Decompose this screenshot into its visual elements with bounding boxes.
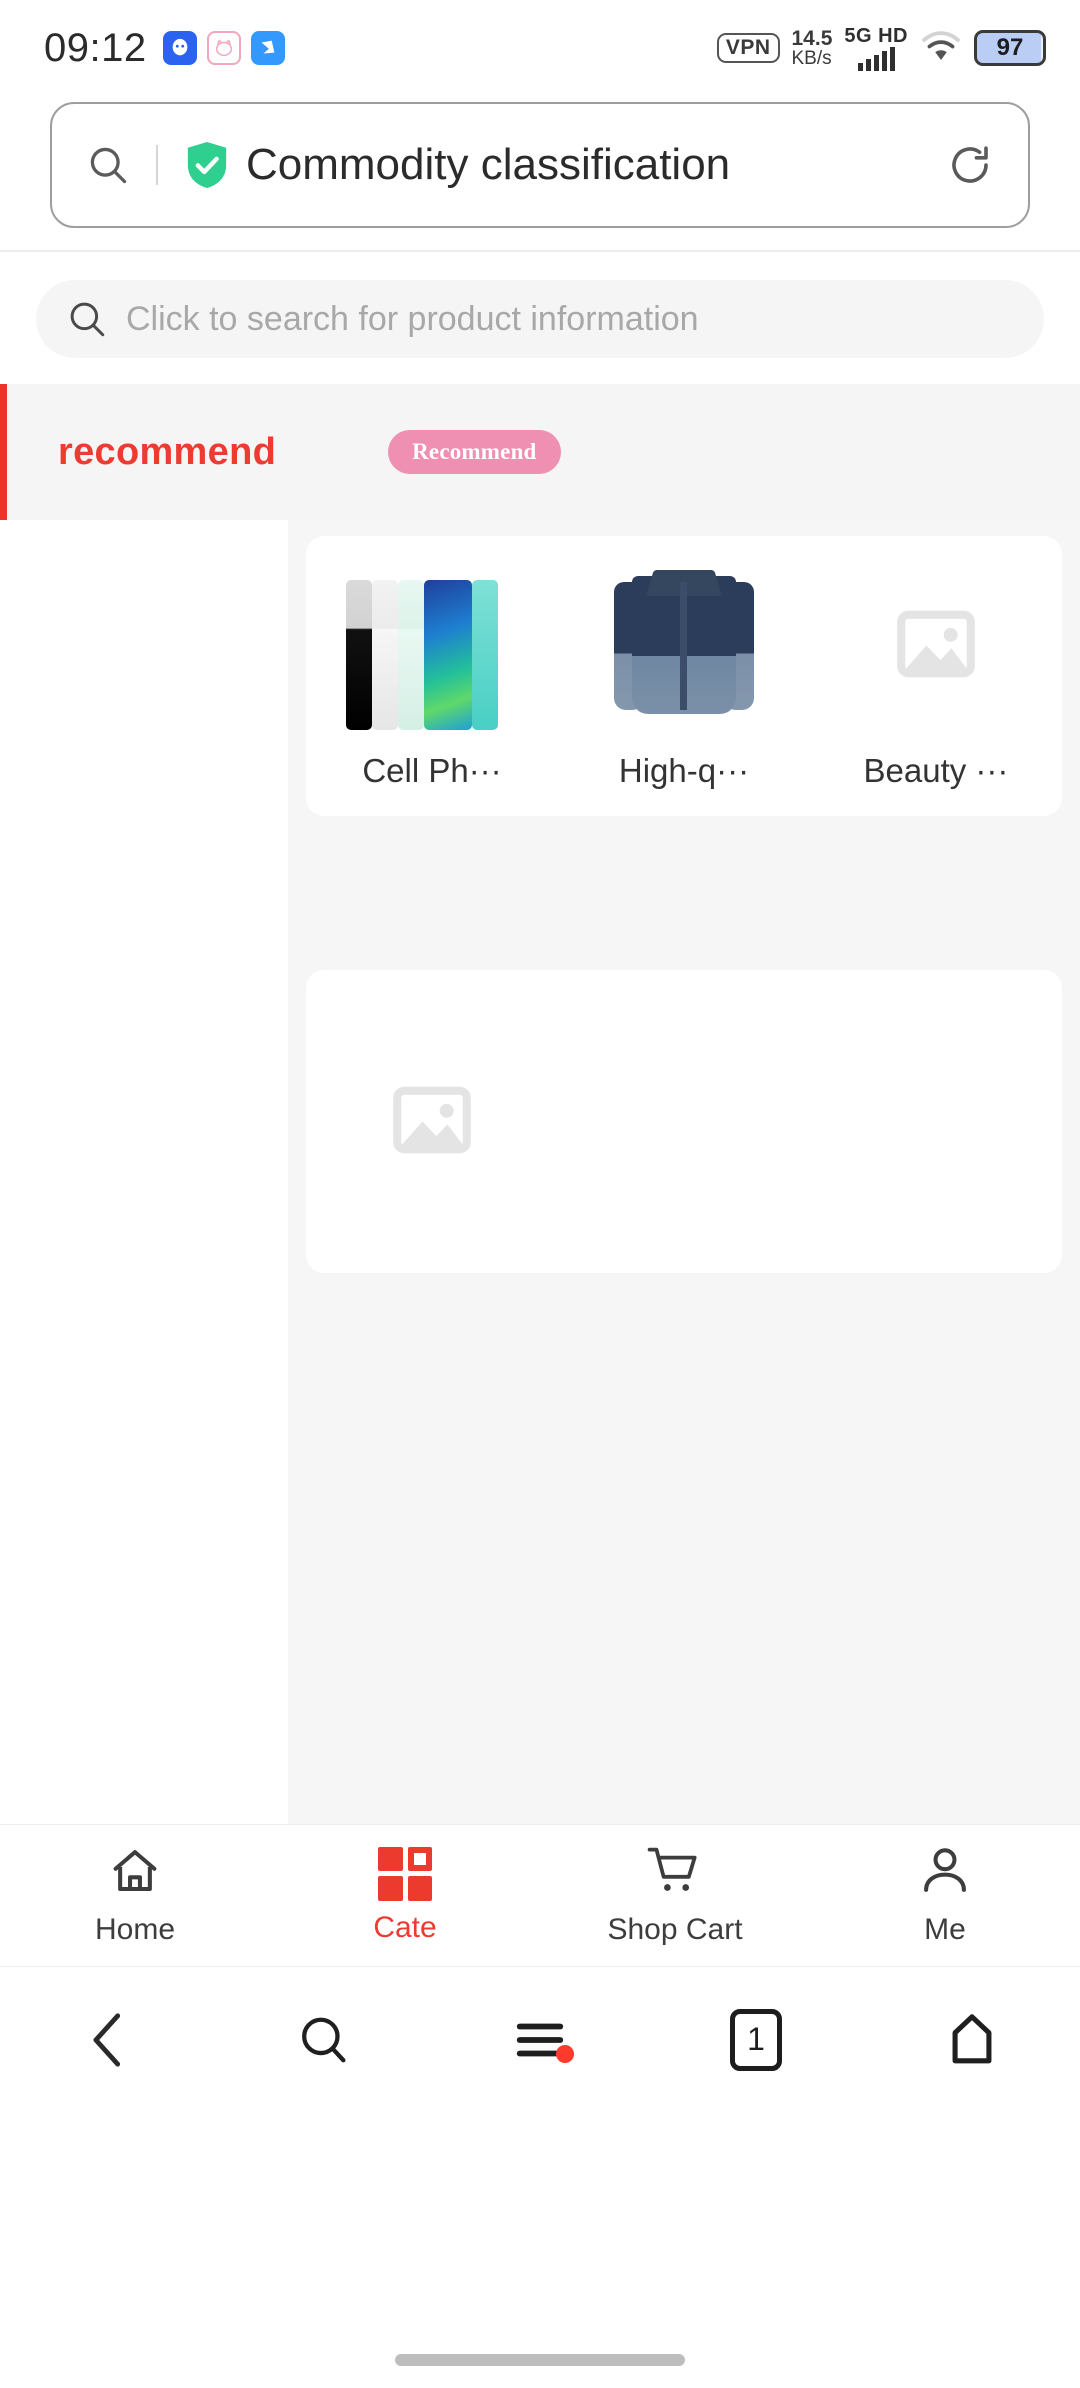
nav-tabs-button[interactable]: 1 — [648, 2008, 864, 2071]
image-placeholder-icon — [388, 1076, 476, 1164]
menu-notification-dot — [556, 2044, 574, 2063]
browser-url-bar-container: Commodity classification — [0, 96, 1080, 250]
url-divider — [156, 145, 158, 185]
shopping-cart-icon — [646, 1844, 704, 1903]
product-tile[interactable]: Cell Ph··· — [306, 558, 558, 790]
product-card-empty — [306, 970, 1062, 1273]
tab-label: Cate — [373, 1910, 437, 1944]
cell-phone-lineup-image — [345, 558, 518, 730]
pink-pig-icon — [206, 31, 241, 65]
nav-back-button[interactable] — [0, 2011, 216, 2069]
nav-home-button[interactable] — [864, 2011, 1080, 2069]
tab-me[interactable]: Me — [810, 1844, 1080, 1947]
category-title: recommend — [58, 430, 277, 473]
person-icon — [918, 1844, 972, 1903]
tab-count-label: 1 — [730, 2008, 782, 2071]
status-indicators: VPN 14.5 KB/s 5G HD 97 — [716, 26, 1046, 71]
network-speed-value: 14.5 — [791, 26, 833, 50]
home-icon — [108, 1844, 162, 1903]
grid-icon — [378, 1846, 432, 1901]
vpn-badge: VPN — [716, 33, 780, 63]
signal-bars-icon — [857, 46, 895, 71]
shield-check-icon — [184, 140, 230, 190]
search-icon[interactable] — [86, 143, 130, 187]
network-speed: 14.5 KB/s — [791, 26, 833, 70]
product-content-area: Cell Ph··· High-q··· Beauty ··· — [288, 520, 1080, 1824]
qq-icon — [162, 31, 197, 65]
bottom-tab-bar: Home Cate Shop Cart Me — [0, 1824, 1080, 1966]
tab-shop-cart[interactable]: Shop Cart — [540, 1844, 810, 1947]
browser-nav-bar: 1 — [0, 1966, 1080, 2112]
nav-search-button[interactable] — [216, 2013, 432, 2067]
search-icon — [66, 298, 108, 340]
signal-indicator: 5G HD — [844, 26, 908, 71]
blue-bird-icon — [250, 31, 285, 65]
mens-shirt-image — [598, 558, 770, 730]
main-content: Cell Ph··· High-q··· Beauty ··· — [0, 520, 1080, 1824]
wifi-icon — [920, 29, 962, 68]
tab-cate[interactable]: Cate — [270, 1846, 540, 1945]
page-search-row: Click to search for product information — [0, 252, 1080, 384]
tab-label: Home — [94, 1913, 176, 1946]
product-tile[interactable]: Beauty ··· — [810, 558, 1062, 790]
category-header[interactable]: recommend Recommend — [0, 384, 1080, 520]
tab-label: Me — [924, 1913, 966, 1946]
status-bar: 09:12 VPN 14.5 KB/s 5G HD 97 — [0, 0, 1080, 96]
nav-menu-button[interactable] — [432, 2019, 648, 2063]
status-time: 09:12 — [44, 25, 147, 70]
tab-label: Shop Cart — [607, 1913, 743, 1946]
browser-url-bar[interactable]: Commodity classification — [50, 102, 1030, 228]
search-placeholder: Click to search for product information — [126, 299, 699, 338]
image-placeholder-icon — [850, 558, 1022, 730]
battery-indicator: 97 — [974, 30, 1046, 66]
status-app-icons — [162, 31, 285, 65]
category-sidebar[interactable] — [0, 520, 288, 1824]
network-type-label: 5G HD — [844, 24, 908, 47]
network-speed-unit: KB/s — [791, 48, 832, 70]
search-input[interactable]: Click to search for product information — [36, 280, 1044, 358]
recommend-badge: Recommend — [388, 430, 561, 474]
product-card: Cell Ph··· High-q··· Beauty ··· — [306, 536, 1062, 816]
product-tile-label: High-q··· — [618, 752, 750, 789]
gesture-bar[interactable] — [395, 2354, 685, 2366]
page-title: Commodity classification — [246, 140, 731, 189]
product-tile-label: Beauty ··· — [863, 752, 1009, 789]
refresh-icon[interactable] — [946, 141, 994, 189]
product-tile-label: Cell Ph··· — [362, 752, 502, 789]
tab-home[interactable]: Home — [0, 1844, 270, 1947]
product-tile[interactable]: High-q··· — [558, 558, 810, 790]
